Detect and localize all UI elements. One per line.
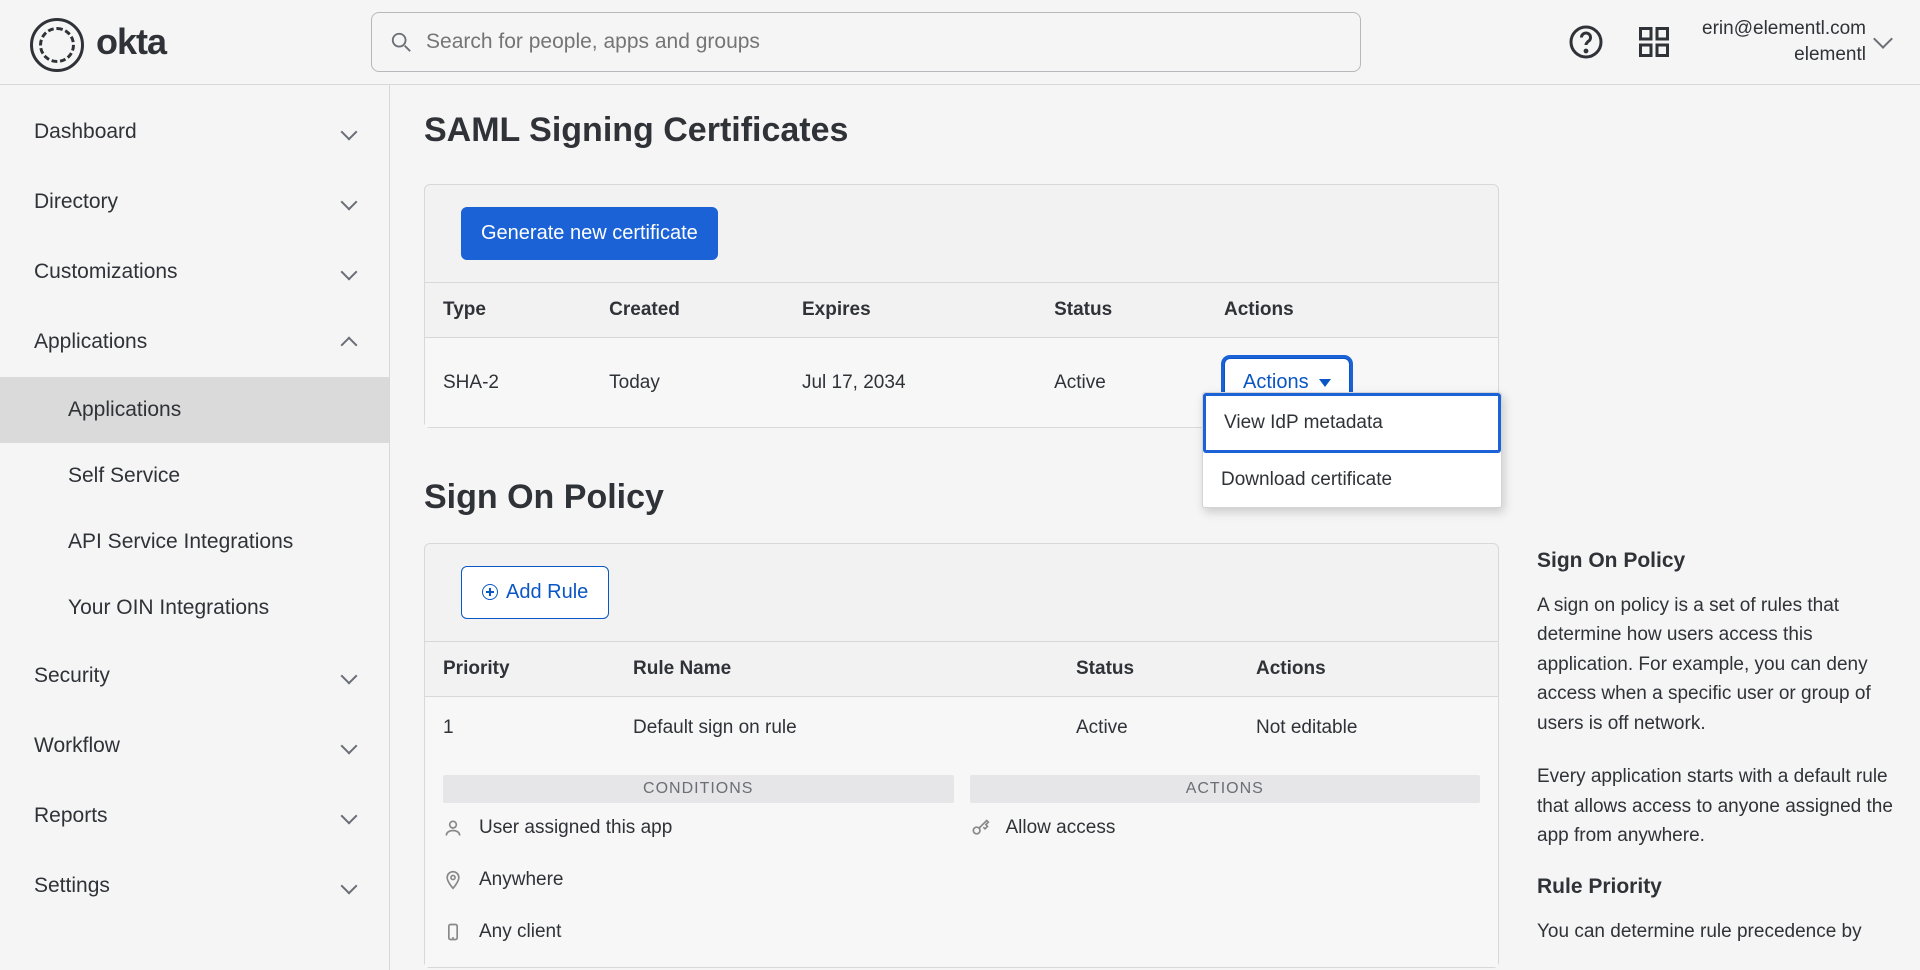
col-expires: Expires bbox=[784, 283, 1036, 338]
chevron-down-icon bbox=[341, 808, 358, 825]
sub-header-actions: ACTIONS bbox=[970, 775, 1481, 803]
logo-text: okta bbox=[96, 21, 166, 63]
col-actions: Actions bbox=[1206, 283, 1498, 338]
col-rule-actions: Actions bbox=[1238, 642, 1498, 697]
device-icon bbox=[443, 922, 463, 942]
sidebar-item-directory[interactable]: Directory bbox=[0, 167, 389, 237]
rule-status: Active bbox=[1058, 697, 1238, 760]
col-rule-status: Status bbox=[1058, 642, 1238, 697]
chevron-down-icon bbox=[1873, 29, 1893, 49]
rule-name: Default sign on rule bbox=[615, 697, 1058, 760]
add-rule-label: Add Rule bbox=[506, 581, 588, 603]
col-type: Type bbox=[425, 283, 591, 338]
dropdown-download-certificate[interactable]: Download certificate bbox=[1203, 453, 1501, 507]
certificates-panel: Generate new certificate Type Created Ex… bbox=[424, 184, 1499, 428]
rule-priority: 1 bbox=[425, 697, 615, 760]
rule-actions: Not editable bbox=[1238, 697, 1498, 760]
help-sub-title: Rule Priority bbox=[1537, 875, 1902, 899]
key-icon bbox=[970, 818, 990, 838]
chevron-down-icon bbox=[341, 194, 358, 211]
help-p2: Every application starts with a default … bbox=[1537, 762, 1902, 850]
policy-panel: Add Rule Priority Rule Name Status Actio… bbox=[424, 543, 1499, 968]
col-rule-name: Rule Name bbox=[615, 642, 1058, 697]
chevron-down-icon bbox=[341, 738, 358, 755]
add-rule-button[interactable]: Add Rule bbox=[461, 566, 609, 619]
logo[interactable]: okta bbox=[30, 18, 166, 66]
sidebar-sub-applications[interactable]: Applications bbox=[0, 377, 389, 443]
user-email: erin@elementl.com bbox=[1702, 16, 1866, 42]
user-menu[interactable]: erin@elementl.com elementl bbox=[1702, 16, 1890, 67]
sub-header-conditions: CONDITIONS bbox=[443, 775, 954, 803]
sidebar: Dashboard Directory Customizations Appli… bbox=[0, 85, 390, 970]
condition-any-client: Any client bbox=[443, 921, 954, 943]
cert-created: Today bbox=[591, 338, 784, 428]
chevron-down-icon bbox=[341, 668, 358, 685]
help-pane: Sign On Policy A sign on policy is a set… bbox=[1537, 543, 1902, 970]
help-icon[interactable] bbox=[1566, 22, 1606, 62]
cert-expires: Jul 17, 2034 bbox=[784, 338, 1036, 428]
condition-anywhere: Anywhere bbox=[443, 869, 954, 891]
sidebar-item-workflow[interactable]: Workflow bbox=[0, 711, 389, 781]
sidebar-item-reports[interactable]: Reports bbox=[0, 781, 389, 851]
sidebar-item-applications[interactable]: Applications bbox=[0, 307, 389, 377]
chevron-down-icon bbox=[341, 878, 358, 895]
triangle-down-icon bbox=[1319, 379, 1331, 387]
location-pin-icon bbox=[443, 870, 463, 890]
chevron-down-icon bbox=[341, 264, 358, 281]
cert-type: SHA-2 bbox=[425, 338, 591, 428]
apps-grid-icon[interactable] bbox=[1634, 22, 1674, 62]
help-title: Sign On Policy bbox=[1537, 549, 1902, 573]
actions-dropdown: View IdP metadata Download certificate bbox=[1202, 392, 1502, 508]
condition-user-assigned: User assigned this app bbox=[443, 817, 954, 839]
cert-status: Active bbox=[1036, 338, 1206, 428]
col-status: Status bbox=[1036, 283, 1206, 338]
global-search[interactable] bbox=[371, 12, 1361, 72]
sidebar-item-settings[interactable]: Settings bbox=[0, 851, 389, 921]
certificate-row: SHA-2 Today Jul 17, 2034 Active Actions … bbox=[425, 338, 1498, 428]
col-priority: Priority bbox=[425, 642, 615, 697]
action-allow-access: Allow access bbox=[970, 817, 1481, 839]
search-icon bbox=[390, 31, 412, 53]
sidebar-sub-self-service[interactable]: Self Service bbox=[0, 443, 389, 509]
help-p3: You can determine rule precedence by bbox=[1537, 917, 1902, 946]
sidebar-item-security[interactable]: Security bbox=[0, 641, 389, 711]
chevron-up-icon bbox=[341, 337, 358, 354]
help-p1: A sign on policy is a set of rules that … bbox=[1537, 591, 1902, 738]
sidebar-sub-api-service[interactable]: API Service Integrations bbox=[0, 509, 389, 575]
col-created: Created bbox=[591, 283, 784, 338]
plus-circle-icon bbox=[482, 584, 498, 600]
actions-label: Actions bbox=[1243, 371, 1309, 394]
generate-certificate-button[interactable]: Generate new certificate bbox=[461, 207, 718, 260]
dropdown-view-idp-metadata[interactable]: View IdP metadata bbox=[1203, 393, 1501, 453]
certificates-title: SAML Signing Certificates bbox=[424, 111, 1920, 150]
sidebar-sub-oin[interactable]: Your OIN Integrations bbox=[0, 575, 389, 641]
chevron-down-icon bbox=[341, 124, 358, 141]
okta-swirl-icon bbox=[30, 18, 78, 66]
search-input[interactable] bbox=[426, 30, 1342, 54]
policy-rule-row[interactable]: 1 Default sign on rule Active Not editab… bbox=[425, 697, 1498, 760]
sidebar-item-customizations[interactable]: Customizations bbox=[0, 237, 389, 307]
sign-on-policy-title: Sign On Policy bbox=[424, 478, 1920, 517]
sidebar-item-dashboard[interactable]: Dashboard bbox=[0, 97, 389, 167]
user-icon bbox=[443, 818, 463, 838]
user-org: elementl bbox=[1702, 42, 1866, 68]
